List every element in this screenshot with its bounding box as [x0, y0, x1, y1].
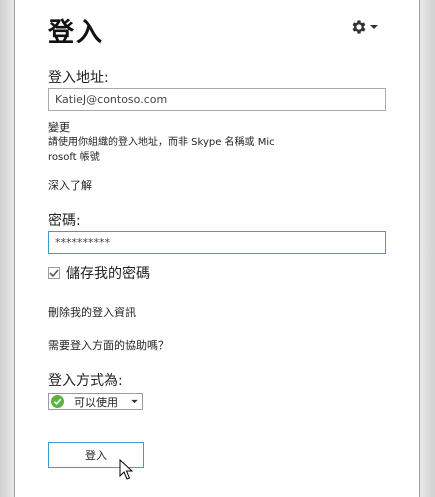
save-password-label: 儲存我的密碼	[66, 266, 150, 282]
password-label: 密碼:	[48, 213, 81, 229]
change-address-link[interactable]: 變更	[48, 119, 70, 135]
check-icon	[53, 398, 62, 406]
save-password-option[interactable]: 儲存我的密碼	[48, 263, 150, 283]
signin-address-hint-line-2: rosoft 帳號	[48, 152, 100, 163]
signin-address-input[interactable]	[48, 88, 386, 111]
signin-panel: 登入 登入地址: 變更 請使用你組織的登入地址，而非 Skype 名稱或 Mic…	[14, 0, 420, 497]
status-text: 可以使用	[74, 395, 118, 409]
presence-status-select[interactable]: 可以使用	[48, 393, 143, 410]
checkmark-icon	[49, 269, 59, 278]
signin-address-hint-line-1: 請使用你組織的登入地址，而非 Skype 名稱或 Mic	[48, 137, 275, 148]
signin-address-hint: 請使用你組織的登入地址，而非 Skype 名稱或 Mic rosoft 帳號	[48, 135, 275, 165]
signin-address-label: 登入地址:	[48, 70, 109, 86]
signin-as-label: 登入方式為:	[48, 373, 123, 389]
signin-help-link[interactable]: 需要登入方面的協助嗎？	[48, 337, 169, 353]
status-available-indicator	[51, 395, 64, 408]
chevron-down-icon	[131, 399, 138, 404]
chevron-down-icon	[370, 25, 378, 29]
page-title: 登入	[48, 18, 105, 48]
window-frame-left	[0, 0, 14, 497]
settings-menu-button[interactable]	[350, 18, 378, 36]
password-input[interactable]	[48, 231, 386, 254]
learn-more-link[interactable]: 深入了解	[48, 177, 92, 193]
delete-signin-info-link[interactable]: 刪除我的登入資訊	[48, 304, 136, 320]
save-password-checkbox[interactable]	[48, 267, 60, 279]
window-frame-right	[420, 0, 435, 497]
mouse-pointer-icon	[119, 459, 133, 480]
gear-icon	[352, 20, 366, 34]
